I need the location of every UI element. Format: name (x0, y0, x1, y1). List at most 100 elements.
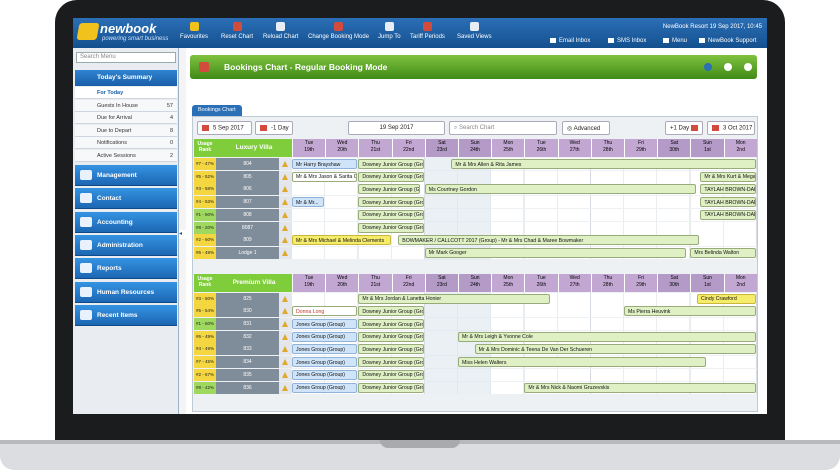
next-period-button[interactable]: 3 Oct 2017 (707, 121, 755, 135)
day-header[interactable]: Sat 23rd (424, 139, 458, 157)
booking-bar[interactable]: Mr & Mrs Allen & Rita James (451, 159, 756, 169)
sidebar-module[interactable]: Reports (75, 258, 177, 280)
booking-bar[interactable]: Mr Harry Brayshaw (292, 159, 358, 169)
advanced-button[interactable]: ◎ Advanced (562, 121, 610, 135)
room-number[interactable]: 808 (216, 208, 279, 221)
booking-bar[interactable]: Jones Group (Group) (292, 382, 358, 393)
booking-bar[interactable]: Mr & Mrs Jason & Sarita Ca (292, 171, 358, 182)
day-header[interactable]: Wed 20th (325, 139, 359, 157)
sidebar-module[interactable]: Recent Items (75, 304, 177, 326)
day-header[interactable]: Fri 29th (624, 273, 658, 292)
booking-bar[interactable]: Jones Group (Group) (292, 319, 358, 329)
booking-bar[interactable]: Downey Junior Group (Gro (358, 369, 424, 380)
newbook-logo[interactable]: newbook powering smart business (76, 21, 170, 45)
day-header[interactable]: Tue 19th (292, 273, 326, 292)
booking-bar[interactable]: Jones Group (Group) (292, 331, 358, 342)
booking-bar[interactable]: Donna Long (292, 306, 358, 317)
booking-bar[interactable]: Downey Junior Group (Gro (358, 159, 424, 169)
sidebar-item[interactable]: For Today (75, 87, 177, 99)
room-number[interactable]: 825 (216, 292, 279, 305)
booking-bar[interactable]: Miss Helen Walters (458, 357, 706, 368)
booking-bar[interactable]: BOWMAKER / CALLCOTT 2017 (Group) - Mr & … (398, 235, 700, 246)
support-button[interactable]: NewBook Support (699, 38, 756, 44)
day-header[interactable]: Mon 2nd (723, 139, 757, 157)
booking-bar[interactable]: TAYLAH BROWN-DARGAN ( (700, 184, 756, 195)
room-number[interactable]: 833 (216, 343, 279, 356)
day-header[interactable]: Thu 21st (358, 273, 392, 292)
sidebar-item[interactable]: Active Sessions 2 (75, 149, 177, 162)
day-header[interactable]: Wed 27th (557, 273, 591, 292)
room-number[interactable]: 809 (216, 234, 279, 247)
booking-bar[interactable]: Mr & Mrs Leigh & Yvonne Cole (458, 331, 756, 342)
minus-day-button[interactable]: -1 Day (255, 121, 293, 135)
day-header[interactable]: Sat 30th (657, 273, 691, 292)
settings-icon[interactable] (744, 63, 752, 71)
day-header[interactable]: Mon 2nd (723, 273, 757, 292)
booking-bar[interactable]: Jones Group (Group) (292, 357, 358, 368)
booking-bar[interactable]: Mr & Mrs Dominic & Teena De Van Der Schu… (474, 344, 756, 355)
sms-inbox-button[interactable]: SMS Inbox (608, 38, 646, 44)
booking-bar[interactable]: Downey Junior Group (Gro (358, 184, 421, 195)
sidebar-module[interactable]: Contact (75, 188, 177, 210)
day-header[interactable]: Sat 30th (657, 139, 691, 157)
plus-day-button[interactable]: +1 Day (665, 121, 703, 135)
share-icon[interactable] (724, 63, 732, 71)
room-number[interactable]: 804 (216, 158, 279, 170)
booking-bar[interactable]: Ms Courtney Gordon (424, 184, 697, 195)
tariff-periods-button[interactable]: Tariff Periods (410, 22, 445, 40)
day-header[interactable]: Thu 21st (358, 139, 392, 157)
sidebar-item[interactable]: Guests In House 57 (75, 99, 177, 112)
booking-bar[interactable]: Downey Junior Group (Gro (358, 209, 424, 220)
sidebar-item[interactable]: Due for Arrival 4 (75, 112, 177, 124)
day-header[interactable]: Tue 26th (524, 139, 558, 157)
day-header[interactable]: Fri 22nd (391, 139, 425, 157)
room-number[interactable]: 8087 (216, 221, 279, 234)
room-number[interactable]: 836 (216, 381, 279, 394)
collapse-sidebar-icon[interactable]: ◂ (179, 230, 186, 239)
room-number[interactable]: 832 (216, 330, 279, 343)
sidebar-item[interactable]: Notifications 0 (75, 137, 177, 149)
room-number[interactable]: 835 (216, 368, 279, 381)
room-number[interactable]: 830 (216, 305, 279, 318)
favourites-button[interactable]: Favourites (180, 22, 208, 40)
booking-bar[interactable]: Downey Junior Group (Gro (358, 197, 424, 208)
day-header[interactable]: Sun 1st (690, 139, 724, 157)
current-date-field[interactable]: 19 Sep 2017 (348, 121, 445, 135)
day-header[interactable]: Mon 25th (491, 273, 525, 292)
booking-bar[interactable]: Mr Mark Googer (424, 247, 687, 258)
sidebar-module[interactable]: Management (75, 165, 177, 186)
booking-bar[interactable]: Jones Group (Group) (292, 369, 358, 380)
booking-bar[interactable]: Downey Junior Group (Gro (358, 331, 424, 342)
booking-bar[interactable]: Mrs Belinda Walton (690, 247, 756, 258)
day-header[interactable]: Mon 25th (491, 139, 525, 157)
sidebar-item[interactable]: Due to Depart 8 (75, 124, 177, 137)
booking-bar[interactable]: Downey Junior Group (Gro (358, 319, 424, 329)
day-header[interactable]: Sat 23rd (424, 273, 458, 292)
sidebar-module[interactable]: Administration (75, 234, 177, 256)
day-header[interactable]: Sun 1st (690, 273, 724, 292)
help-icon[interactable] (704, 63, 712, 71)
day-header[interactable]: Sun 24th (458, 273, 492, 292)
booking-bar[interactable]: Downey Junior Group (Gro (358, 306, 424, 317)
booking-bar[interactable]: TAYLAH BROWN-DARGAN ( (700, 209, 756, 220)
room-number[interactable]: Lodge 1 (216, 246, 279, 259)
jump-to-button[interactable]: Jump To (378, 22, 401, 40)
booking-bar[interactable]: Mr & Mrs Kurt & Megan Wh (700, 171, 756, 182)
email-inbox-button[interactable]: Email Inbox (550, 38, 590, 44)
booking-bar[interactable]: Mr & Mrs Jordan & Lanetta Honier (358, 293, 550, 304)
day-header[interactable]: Fri 29th (624, 139, 658, 157)
booking-bar[interactable]: Cindy Crawford (697, 293, 756, 304)
sidebar-module[interactable]: Accounting (75, 211, 177, 233)
booking-bar[interactable]: Mr & Mrs Michael & Melinda Clements (292, 235, 391, 246)
menu-button[interactable]: Menu (663, 38, 687, 44)
day-header[interactable]: Fri 22nd (391, 273, 425, 292)
room-number[interactable]: 831 (216, 318, 279, 330)
booking-bar[interactable]: Downey Junior Group (Gro (358, 222, 424, 233)
room-number[interactable]: 805 (216, 170, 279, 183)
booking-bar[interactable]: Downey Junior Group (Gro (358, 171, 424, 182)
room-number[interactable]: 806 (216, 183, 279, 196)
day-header[interactable]: Wed 27th (557, 139, 591, 157)
day-header[interactable]: Thu 28th (590, 139, 624, 157)
change-booking-mode-button[interactable]: Change Booking Mode (308, 22, 369, 40)
day-header[interactable]: Thu 28th (590, 273, 624, 292)
